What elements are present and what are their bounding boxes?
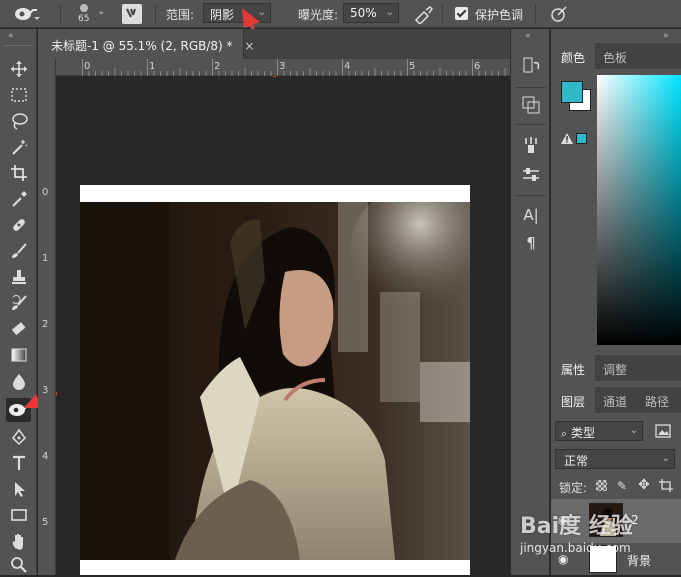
path-selection-tool-icon[interactable]	[6, 477, 31, 501]
magic-wand-tool-icon[interactable]	[6, 135, 31, 159]
range-select-value: 阴影	[210, 8, 235, 22]
image-filter-icon[interactable]	[655, 424, 671, 438]
eraser-tool-icon[interactable]	[6, 317, 31, 341]
brush-panel-toggle-icon[interactable]	[122, 4, 142, 24]
brush-picker-chevron-icon[interactable]: ⌄	[97, 6, 105, 17]
history-panel-icon[interactable]	[521, 55, 541, 75]
ruler-left-label: 2	[42, 319, 49, 330]
ruler-top-label: 4	[344, 61, 351, 72]
ruler-top-label: 3	[279, 61, 286, 72]
watermark-brand: Bai度 经验	[520, 514, 633, 539]
gamut-color-chip[interactable]	[576, 133, 587, 144]
marquee-tool-icon[interactable]	[6, 83, 31, 107]
lasso-tool-icon[interactable]	[6, 109, 31, 133]
right-panels: » 颜色 色板 属性 调整 图层 通道 路径 ⌕ 类型 ⌄ 正常 ⌄ 锁定: ✎…	[551, 29, 681, 575]
ruler-left-label: 1	[42, 253, 49, 264]
zoom-tool-icon[interactable]	[6, 553, 31, 577]
exposure-value: 50%	[350, 6, 377, 20]
panel-collapse-icon[interactable]: »	[663, 31, 669, 41]
type-tool-icon[interactable]	[6, 451, 31, 475]
lock-pixels-icon[interactable]: ✎	[617, 479, 627, 493]
tab-properties[interactable]: 属性	[551, 355, 596, 381]
blur-tool-icon[interactable]	[6, 369, 31, 393]
ruler-top-label: 0	[84, 61, 91, 72]
search-icon: ⌕	[561, 427, 568, 440]
tab-adjustments[interactable]: 调整	[593, 355, 637, 381]
healing-brush-tool-icon[interactable]	[6, 213, 31, 237]
lock-artboard-icon[interactable]	[659, 479, 673, 492]
panel-dock-strip: « A| ¶	[510, 29, 550, 575]
options-bar: 65 ⌄ 范围: 阴影 ⌄ 曝光度: 50% ⌄ 保护色调	[0, 0, 681, 28]
color-picker-field[interactable]	[597, 75, 681, 345]
layer-filter-value: 类型	[571, 426, 596, 440]
tab-layers[interactable]: 图层	[551, 387, 596, 413]
tab-channels[interactable]: 通道	[593, 387, 637, 413]
document-tab[interactable]: 未标题-1 @ 55.1% (2, RGB/8) * ×	[38, 29, 254, 59]
dodge-tool-icon[interactable]	[6, 398, 31, 422]
photo-image[interactable]	[80, 202, 470, 560]
tools-panel: «	[0, 29, 37, 575]
foreground-color-swatch[interactable]	[561, 81, 583, 103]
range-label: 范围:	[166, 8, 195, 22]
pen-tool-icon[interactable]	[6, 425, 31, 449]
chevron-down-icon: ⌄	[629, 425, 638, 436]
tab-color[interactable]: 颜色	[551, 43, 596, 69]
ruler-left-label: 0	[42, 187, 49, 198]
blend-mode-select[interactable]: 正常 ⌄	[555, 449, 675, 469]
color-panel-tabs: 颜色 色板	[551, 43, 681, 69]
exposure-input[interactable]: 50% ⌄	[343, 3, 399, 23]
dodge-tool-preset-icon[interactable]	[14, 5, 42, 23]
exposure-label: 曝光度:	[298, 8, 339, 22]
chevron-down-icon: ⌄	[257, 7, 266, 18]
watermark-url: jingyan.baidu.com	[520, 541, 631, 555]
document-tab-title: 未标题-1 @ 55.1% (2, RGB/8) *	[51, 39, 233, 53]
lock-label: 锁定:	[559, 481, 588, 495]
lock-position-icon[interactable]: ✥	[638, 477, 650, 493]
move-tool-icon[interactable]	[6, 57, 31, 81]
dock-collapse-icon[interactable]: «	[525, 31, 531, 41]
range-select[interactable]: 阴影 ⌄	[203, 3, 271, 23]
hand-tool-icon[interactable]	[6, 529, 31, 553]
brush-size-value: 65	[78, 14, 90, 24]
ruler-left-label: 5	[42, 517, 49, 528]
tab-paths[interactable]: 路径	[635, 387, 679, 413]
warning-icon[interactable]	[561, 133, 573, 144]
tab-swatches[interactable]: 色板	[593, 43, 637, 69]
clone-stamp-tool-icon[interactable]	[6, 265, 31, 289]
lock-transparent-icon[interactable]	[596, 480, 607, 491]
chevron-down-icon: ⌄	[661, 453, 670, 464]
character-panel-icon[interactable]: A|	[521, 205, 541, 225]
protect-tones-checkbox[interactable]	[455, 7, 468, 20]
rectangle-tool-icon[interactable]	[6, 503, 31, 527]
history-brush-tool-icon[interactable]	[6, 291, 31, 315]
clone-source-icon[interactable]	[521, 165, 541, 185]
vertical-ruler[interactable]: 0 1 2 3 4 5	[38, 59, 56, 575]
crop-tool-icon[interactable]	[6, 161, 31, 185]
protect-tones-label: 保护色调	[475, 8, 524, 22]
eyedropper-tool-icon[interactable]	[6, 187, 31, 211]
ruler-left-label: 3	[42, 385, 49, 396]
toolbar-collapse-icon[interactable]: «	[8, 31, 14, 41]
brush-preview-icon[interactable]	[76, 2, 92, 14]
gradient-tool-icon[interactable]	[6, 343, 31, 367]
brush-settings-icon[interactable]	[521, 135, 541, 155]
ruler-top-label: 2	[214, 61, 221, 72]
layer-filter-select[interactable]: ⌕ 类型 ⌄	[555, 421, 643, 441]
airbrush-icon[interactable]	[412, 4, 434, 24]
chevron-down-icon: ⌄	[385, 7, 394, 18]
horizontal-ruler[interactable]: 0 1 2 3 4 5 6	[56, 59, 510, 76]
ruler-top-label: 1	[149, 61, 156, 72]
blend-mode-value: 正常	[564, 454, 589, 468]
pressure-size-icon[interactable]	[549, 4, 569, 24]
ruler-left-label: 4	[42, 451, 49, 462]
actions-panel-icon[interactable]	[521, 95, 541, 115]
ruler-top-label: 6	[474, 61, 481, 72]
ruler-top-label: 5	[409, 61, 416, 72]
properties-panel-tabs: 属性 调整	[551, 355, 681, 381]
brush-tool-icon[interactable]	[6, 239, 31, 263]
paragraph-panel-icon[interactable]: ¶	[521, 233, 541, 253]
layers-panel-tabs: 图层 通道 路径	[551, 387, 681, 413]
close-icon[interactable]: ×	[244, 39, 254, 53]
